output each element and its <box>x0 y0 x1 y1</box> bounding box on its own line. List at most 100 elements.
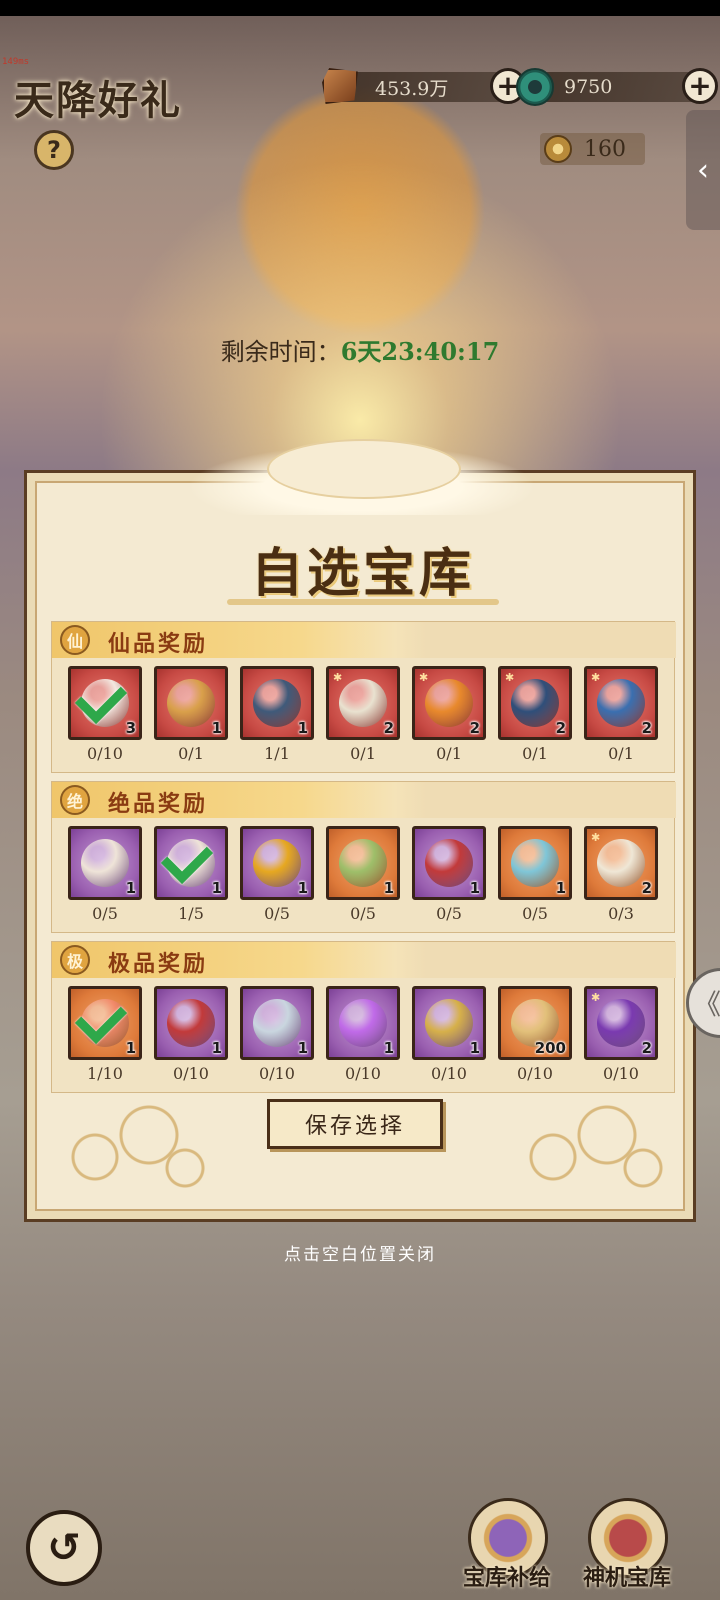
tier-title: 仙品奖励 <box>108 631 209 657</box>
claim-progress: 0/10 <box>603 1064 639 1083</box>
currency-ore-value: 453.9万 <box>375 77 449 100</box>
reward-item-frame: 1 <box>240 666 314 740</box>
red-pouch-icon <box>167 999 215 1047</box>
claim-progress: 0/1 <box>608 744 634 763</box>
reward-item-frame: 1 <box>68 986 142 1060</box>
ore-icon <box>322 68 358 104</box>
tier-ultimate: 极 极品奖励 1 1/10 1 0/10 1 0/10 1 0/10 1 0/10 200 0/10 ✱… <box>51 941 676 1093</box>
currency-jade-value: 9750 <box>564 76 613 98</box>
porcelain-vase-icon <box>511 839 559 887</box>
remaining-time: 剩余时间：6天23:40:17 <box>0 332 720 367</box>
violet-orb-icon <box>339 999 387 1047</box>
reward-slot[interactable]: ✱ 2 0/1 <box>584 666 658 770</box>
reward-slot[interactable]: ✱ 2 0/3 <box>584 826 658 930</box>
tier-immortal: 仙 仙品奖励 3 0/10 1 0/1 1 1/1 ✱ 2 0/1 ✱ 2 0/1 ✱ 2 0/1 ✱ 2 0/1 <box>51 621 676 773</box>
claim-progress: 1/1 <box>264 744 290 763</box>
remaining-time-label: 剩余时间： <box>220 338 341 366</box>
claim-progress: 0/10 <box>431 1064 467 1083</box>
coin-value: 160 <box>584 136 626 162</box>
reward-slot[interactable]: 1 0/10 <box>240 986 314 1090</box>
side-collapse-tab[interactable]: ‹ <box>686 110 720 230</box>
star-icon: ✱ <box>419 671 429 684</box>
reward-slot[interactable]: 200 0/10 <box>498 986 572 1090</box>
reward-slot[interactable]: 1 0/10 <box>326 986 400 1090</box>
flute-icon <box>597 679 645 727</box>
mechanism-treasury-entry[interactable]: 神机宝库 <box>572 1498 682 1600</box>
treasury-supply-entry[interactable]: 宝库补给 <box>452 1498 562 1600</box>
reward-slot[interactable]: 3 0/10 <box>68 666 142 770</box>
reward-item-frame: ✱ 2 <box>584 826 658 900</box>
tier-badge: 绝 <box>60 785 90 815</box>
claim-progress: 0/10 <box>517 1064 553 1083</box>
claim-progress: 0/1 <box>178 744 204 763</box>
golden-bundle-icon <box>425 999 473 1047</box>
silk-pouch-icon <box>81 839 129 887</box>
item-quantity: 1 <box>297 1039 308 1057</box>
save-selection-button[interactable]: 保存选择 <box>267 1099 443 1149</box>
claim-progress: 0/1 <box>436 744 462 763</box>
reward-slot[interactable]: 1 0/10 <box>412 986 486 1090</box>
event-title: 天降好礼 <box>14 77 182 124</box>
reward-slots: 1 1/10 1 0/10 1 0/10 1 0/10 1 0/10 200 0/10 ✱ 2 0/10 <box>68 986 668 1090</box>
entry-label: 宝库补给 <box>462 1565 551 1591</box>
reward-slot[interactable]: 1 0/5 <box>68 826 142 930</box>
reward-slot[interactable]: 1 0/5 <box>498 826 572 930</box>
brush-icon <box>597 839 645 887</box>
reward-item-frame: 1 <box>412 986 486 1060</box>
star-icon: ✱ <box>591 671 601 684</box>
item-quantity: 1 <box>125 1039 136 1057</box>
star-icon: ✱ <box>591 831 601 844</box>
claim-progress: 0/1 <box>350 744 376 763</box>
item-quantity: 1 <box>383 1039 394 1057</box>
tier-header: 绝 绝品奖励 <box>52 782 676 818</box>
claim-progress: 0/5 <box>522 904 548 923</box>
flame-gauntlet-icon <box>425 679 473 727</box>
help-button[interactable]: ? <box>34 130 74 170</box>
purple-flower-icon <box>597 999 645 1047</box>
back-button[interactable]: ↺ <box>26 1510 102 1586</box>
jade-bundle-icon <box>339 839 387 887</box>
reward-slots: 3 0/10 1 0/1 1 1/1 ✱ 2 0/1 ✱ 2 0/1 ✱ 2 0/1 ✱ 2 0/1 <box>68 666 668 770</box>
star-icon: ✱ <box>333 671 343 684</box>
coin-counter: 160 <box>540 133 645 165</box>
reward-slot[interactable]: ✱ 2 0/1 <box>326 666 400 770</box>
reward-slot[interactable]: 1 0/5 <box>412 826 486 930</box>
add-jade-button[interactable]: + <box>682 68 718 104</box>
item-quantity: 3 <box>125 719 136 737</box>
claim-progress: 0/10 <box>87 744 123 763</box>
coin-icon <box>544 135 572 163</box>
reward-slot[interactable]: 1 1/5 <box>154 826 228 930</box>
reward-item-frame: ✱ 2 <box>498 666 572 740</box>
reward-slot[interactable]: 1 1/1 <box>240 666 314 770</box>
reward-slot[interactable]: 1 0/10 <box>154 986 228 1090</box>
tier-badge: 仙 <box>60 625 90 655</box>
claim-progress: 0/5 <box>264 904 290 923</box>
claim-progress: 0/10 <box>173 1064 209 1083</box>
item-quantity: 2 <box>641 879 652 897</box>
reward-item-frame: 1 <box>154 666 228 740</box>
reward-slot[interactable]: 1 0/5 <box>326 826 400 930</box>
debug-latency-label: 149ms <box>2 57 30 67</box>
tier-header: 极 极品奖励 <box>52 942 676 978</box>
treasure-bag-icon <box>167 679 215 727</box>
reward-slot[interactable]: ✱ 2 0/1 <box>412 666 486 770</box>
reward-slot[interactable]: ✱ 2 0/10 <box>584 986 658 1090</box>
item-quantity: 1 <box>555 879 566 897</box>
tier-header: 仙 仙品奖励 <box>52 622 676 658</box>
silver-pouch-icon <box>253 999 301 1047</box>
remaining-time-value: 6天23:40:17 <box>340 337 500 366</box>
treasury-panel: 自选宝库 仙 仙品奖励 3 0/10 1 0/1 1 1/1 ✱ 2 0/1 ✱ 2 0/1 ✱ 2 0/1… <box>24 439 696 1222</box>
claim-progress: 0/1 <box>522 744 548 763</box>
reward-slot[interactable]: 1 1/10 <box>68 986 142 1090</box>
item-quantity: 1 <box>297 879 308 897</box>
item-quantity: 1 <box>297 719 308 737</box>
item-quantity: 2 <box>383 719 394 737</box>
item-quantity: 1 <box>211 879 222 897</box>
reward-slot[interactable]: ✱ 2 0/1 <box>498 666 572 770</box>
reward-slot[interactable]: 1 0/5 <box>240 826 314 930</box>
entry-label: 神机宝库 <box>582 1565 671 1591</box>
reward-slot[interactable]: 1 0/1 <box>154 666 228 770</box>
claim-progress: 0/5 <box>436 904 462 923</box>
jade-icon <box>516 68 554 106</box>
reward-item-frame: 1 <box>412 826 486 900</box>
